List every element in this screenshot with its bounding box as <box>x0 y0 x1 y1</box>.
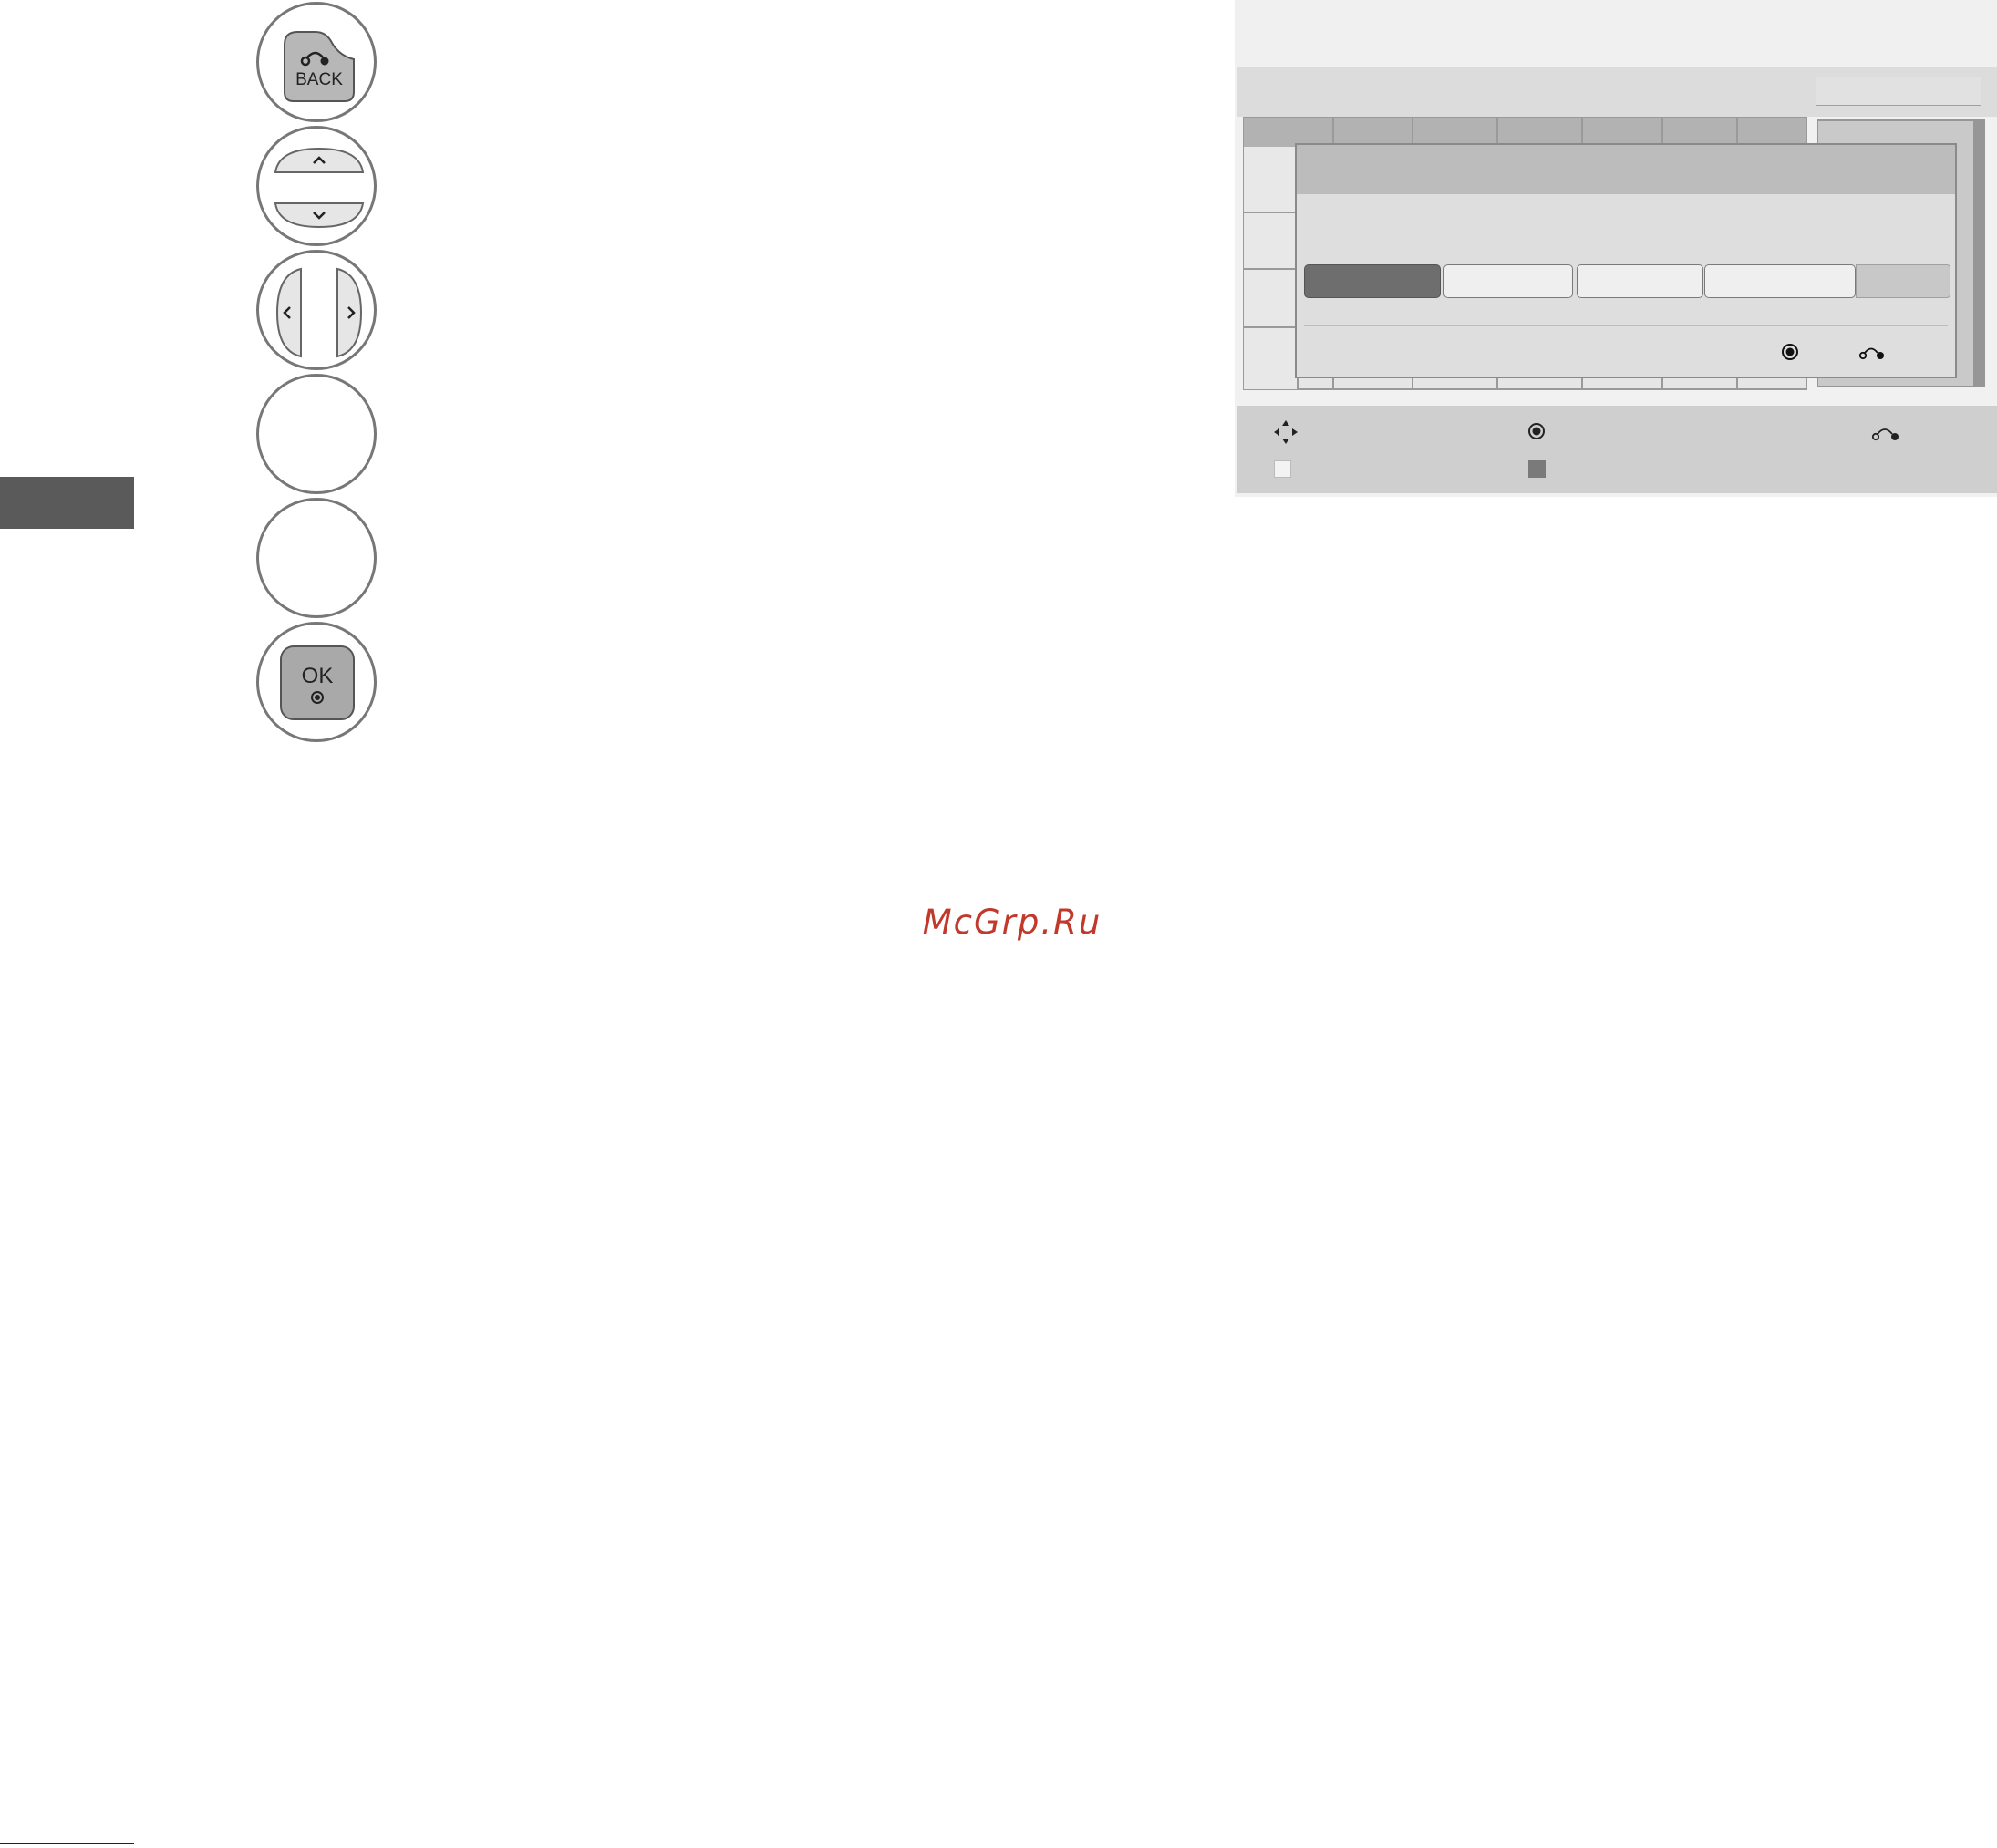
popup-dialog-title-bar <box>1297 145 1955 194</box>
blank-key-2 <box>256 498 377 618</box>
back-key: BACK <box>256 2 377 122</box>
dialog-option-button-3[interactable] <box>1577 264 1703 298</box>
ok-guide-icon <box>1528 423 1545 439</box>
ok-key-icon: OK <box>280 645 355 720</box>
back-key-label: BACK <box>295 70 343 89</box>
grid-line <box>1244 268 1297 270</box>
ok-hint-icon <box>1782 344 1798 360</box>
tv-top-strip <box>1235 0 1997 66</box>
ok-key: OK <box>256 622 377 742</box>
footer-rule <box>0 1843 134 1844</box>
left-right-arrows-icon <box>275 267 363 358</box>
dialog-option-button-2[interactable] <box>1443 264 1573 298</box>
dialog-divider <box>1304 325 1948 326</box>
ok-key-label: OK <box>302 664 334 688</box>
blank-key-1 <box>256 374 377 494</box>
left-right-key <box>256 250 377 370</box>
dialog-option-button-5[interactable] <box>1856 264 1950 298</box>
guide-bar <box>1237 406 1997 493</box>
white-color-key-icon <box>1274 460 1291 478</box>
tv-header-field <box>1816 77 1981 106</box>
back-key-icon: BACK <box>284 31 355 102</box>
up-down-arrows-icon <box>274 147 365 229</box>
watermark-text: McGrp.Ru <box>922 903 1102 942</box>
grid-line <box>1244 212 1297 213</box>
back-hint-icon <box>1858 347 1884 360</box>
navigation-arrows-icon <box>1274 420 1298 444</box>
back-guide-icon <box>1871 428 1899 441</box>
grid-line <box>1244 326 1297 328</box>
dark-color-key-icon <box>1528 460 1546 478</box>
up-down-key <box>256 126 377 246</box>
dialog-option-button-4[interactable] <box>1704 264 1856 298</box>
section-side-tab <box>0 477 134 529</box>
dialog-option-button-1[interactable] <box>1304 264 1441 298</box>
